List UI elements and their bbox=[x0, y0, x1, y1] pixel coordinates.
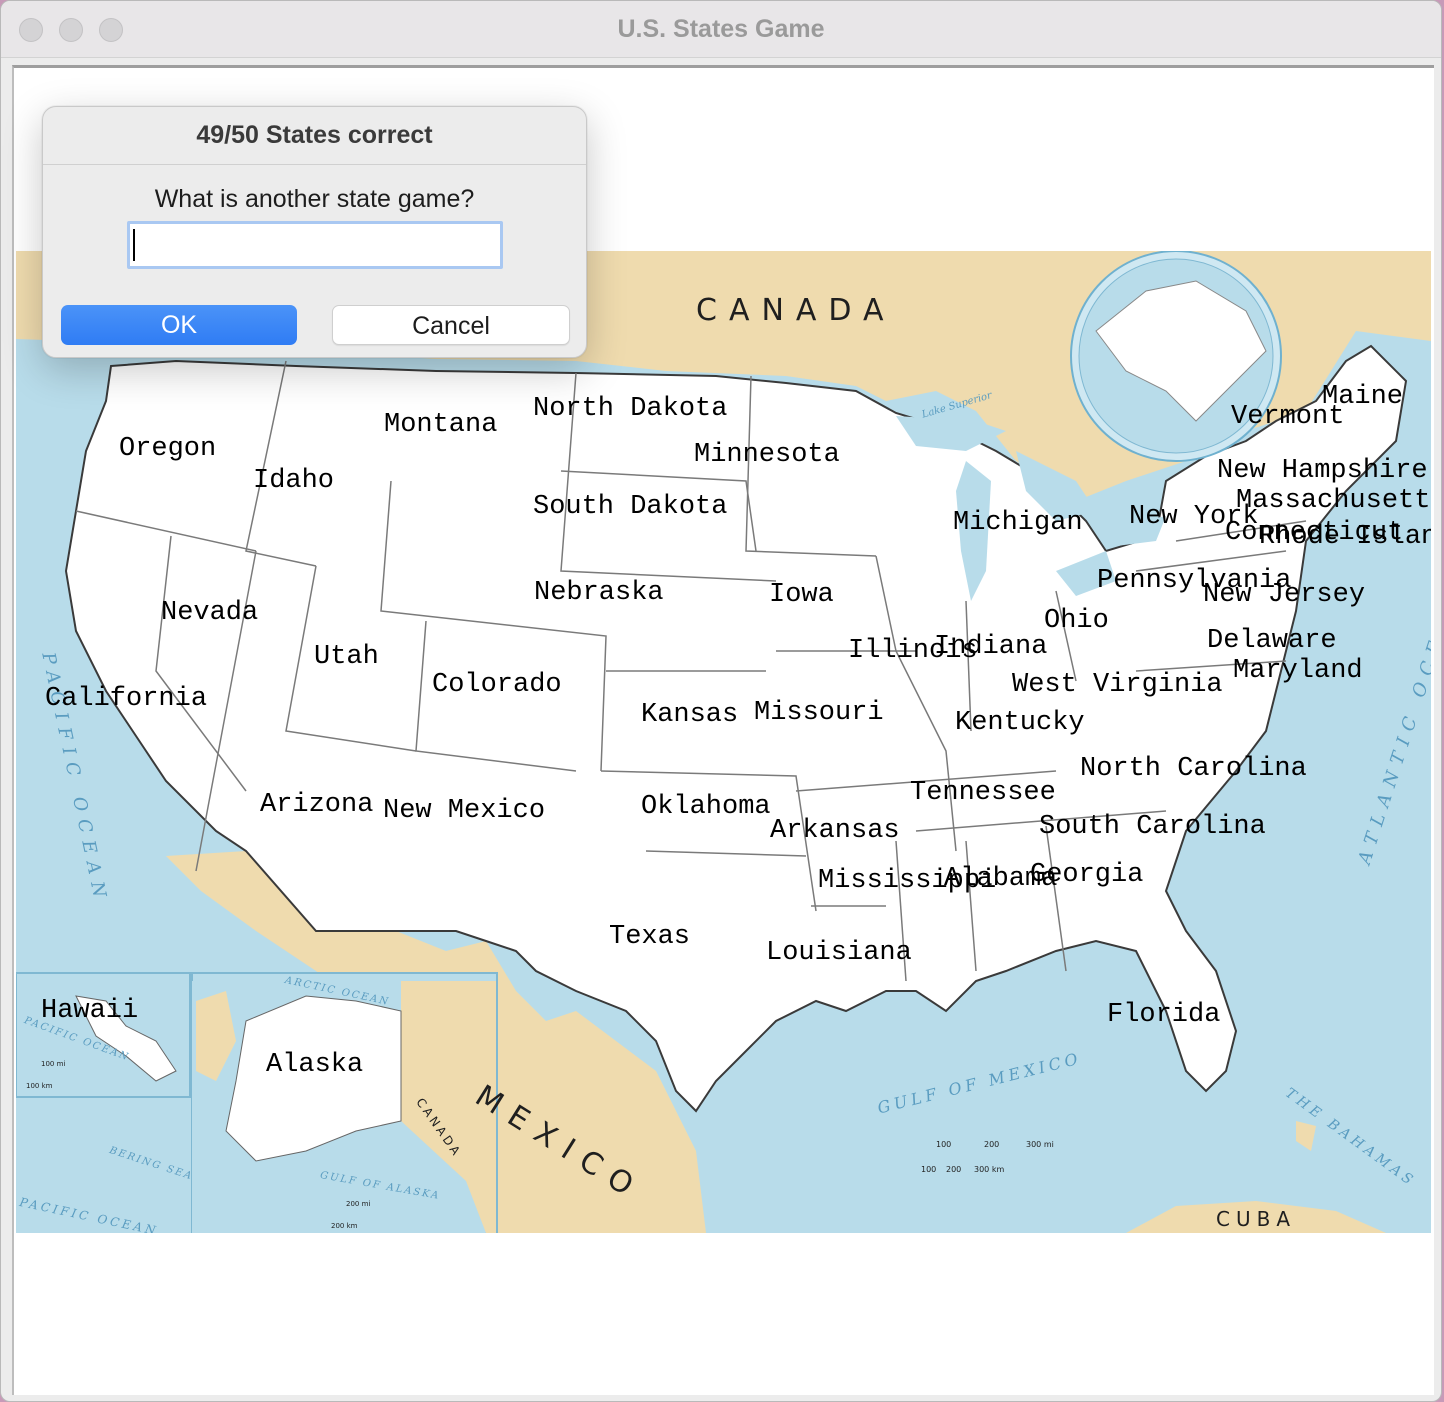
ok-button[interactable]: OK bbox=[61, 305, 297, 345]
state-label-nevada: Nevada bbox=[161, 598, 259, 628]
state-label-iowa: Iowa bbox=[769, 580, 834, 610]
state-label-indiana: Indiana bbox=[934, 632, 1048, 662]
scale-mi-300: 300 mi bbox=[1026, 1140, 1054, 1149]
state-label-hawaii: Hawaii bbox=[41, 996, 139, 1026]
state-label-maryland: Maryland bbox=[1233, 656, 1363, 686]
state-label-louisiana: Louisiana bbox=[766, 938, 912, 968]
state-label-arkansas: Arkansas bbox=[770, 816, 900, 846]
state-label-new-jersey: New Jersey bbox=[1203, 580, 1366, 610]
state-label-minnesota: Minnesota bbox=[694, 440, 840, 470]
state-label-colorado: Colorado bbox=[432, 670, 562, 700]
state-label-idaho: Idaho bbox=[253, 466, 335, 496]
scale-mi-100: 100 bbox=[936, 1140, 952, 1149]
state-label-oklahoma: Oklahoma bbox=[641, 792, 771, 822]
state-label-tennessee: Tennessee bbox=[910, 778, 1056, 808]
hawaii-scale-km: 100 km bbox=[26, 1082, 53, 1090]
state-label-kentucky: Kentucky bbox=[955, 708, 1085, 738]
window-title: U.S. States Game bbox=[617, 15, 825, 43]
us-map: CANADA MEXICO CANADA CUBA PACIFIC OCEAN … bbox=[16, 251, 1431, 1233]
state-label-south-dakota: South Dakota bbox=[533, 492, 728, 522]
scale-km-200: 200 bbox=[946, 1165, 962, 1174]
state-label-georgia: Georgia bbox=[1030, 860, 1144, 890]
state-input-dialog: 49/50 States correct What is another sta… bbox=[42, 106, 587, 358]
scale-km-300: 300 km bbox=[974, 1165, 1005, 1174]
state-label-new-mexico: New Mexico bbox=[383, 796, 546, 826]
state-label-rhode-island: Rhode Island bbox=[1259, 522, 1431, 552]
alaska-scale-km: 200 km bbox=[331, 1222, 358, 1230]
state-label-south-carolina: South Carolina bbox=[1039, 812, 1266, 842]
dialog-title: 49/50 States correct bbox=[43, 107, 586, 165]
hawaii-scale-mi: 100 mi bbox=[41, 1060, 66, 1068]
state-label-montana: Montana bbox=[384, 410, 498, 440]
state-label-texas: Texas bbox=[609, 922, 691, 952]
scale-mi-200: 200 bbox=[984, 1140, 1000, 1149]
state-label-north-dakota: North Dakota bbox=[533, 394, 728, 424]
state-label-north-carolina: North Carolina bbox=[1080, 754, 1307, 784]
state-name-input[interactable] bbox=[127, 221, 503, 269]
state-label-vermont: Vermont bbox=[1231, 402, 1345, 432]
state-label-oregon: Oregon bbox=[119, 434, 217, 464]
state-label-massachusetts: Massachusetts bbox=[1236, 486, 1431, 516]
state-label-west-virginia: West Virginia bbox=[1012, 670, 1223, 700]
cuba-label: CUBA bbox=[1216, 1207, 1297, 1231]
scale-km-100: 100 bbox=[921, 1165, 937, 1174]
state-label-michigan: Michigan bbox=[953, 508, 1083, 538]
state-label-delaware: Delaware bbox=[1207, 626, 1337, 656]
state-label-utah: Utah bbox=[314, 642, 379, 672]
state-label-missouri: Missouri bbox=[754, 698, 884, 728]
state-label-alaska: Alaska bbox=[266, 1050, 364, 1080]
canada-label: CANADA bbox=[696, 293, 896, 328]
state-label-arizona: Arizona bbox=[260, 790, 374, 820]
state-label-kansas: Kansas bbox=[641, 700, 739, 730]
state-label-florida: Florida bbox=[1107, 1000, 1221, 1030]
dialog-prompt: What is another state game? bbox=[154, 185, 475, 213]
app-window: U.S. States Game CANADA MEXICO CANADA CU… bbox=[0, 0, 1442, 1402]
text-cursor bbox=[133, 229, 135, 261]
alaska-scale-mi: 200 mi bbox=[346, 1200, 371, 1208]
title-bar[interactable]: U.S. States Game bbox=[1, 1, 1441, 58]
state-label-new-hampshire: New Hampshire bbox=[1217, 456, 1428, 486]
state-label-nebraska: Nebraska bbox=[534, 578, 664, 608]
state-label-ohio: Ohio bbox=[1044, 606, 1109, 636]
cancel-button[interactable]: Cancel bbox=[332, 305, 570, 345]
state-label-california: California bbox=[45, 684, 208, 714]
